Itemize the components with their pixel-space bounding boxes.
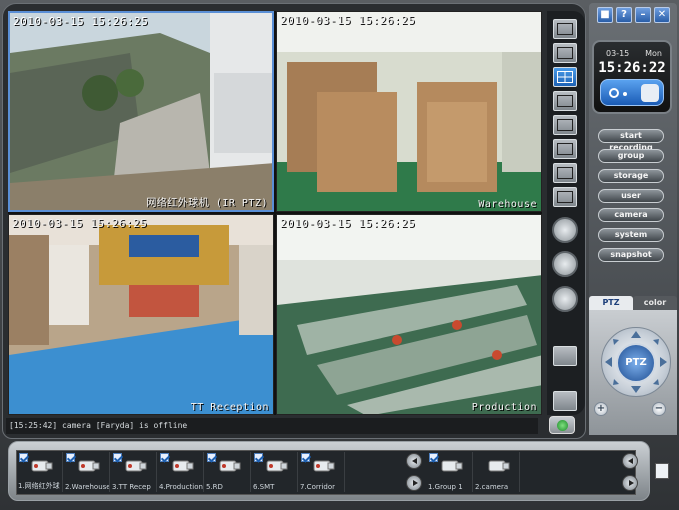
camera-list-item[interactable]: 4.Production	[158, 452, 204, 492]
group-button[interactable]: group	[598, 149, 664, 163]
minimize-icon[interactable]: –	[635, 7, 651, 23]
group-list-item[interactable]: 2.camera	[474, 452, 520, 492]
camera-timestamp: 2010-03-15 15:26:25	[12, 217, 148, 230]
group-list-next-button[interactable]	[622, 475, 638, 491]
group-list-label: 2.camera	[475, 483, 509, 491]
custom-layout-button[interactable]	[553, 187, 577, 207]
group-camera-icon	[441, 460, 463, 472]
speaker-icon[interactable]	[553, 346, 577, 366]
storage-button[interactable]: storage	[598, 169, 664, 183]
camera-icon	[31, 460, 53, 472]
status-bar: [15:25:42] camera [Faryda] is offline	[6, 418, 538, 434]
video-panel-frame: 2010-03-15 15:26:25 网络红外球机 (IR PTZ) 2010…	[2, 3, 586, 439]
sixteen-layout-button[interactable]	[553, 163, 577, 183]
close-icon[interactable]: ✕	[654, 7, 670, 23]
nvr-client-window: 2010-03-15 15:26:25 网络红外球机 (IR PTZ) 2010…	[0, 0, 679, 510]
camera-list-label: 2.Warehouse	[65, 483, 109, 491]
record-icon[interactable]	[552, 286, 578, 312]
checkbox-icon[interactable]	[113, 453, 122, 462]
camera-name: Warehouse	[478, 199, 537, 210]
layout-toolbar	[547, 11, 585, 415]
single-layout-button[interactable]	[553, 43, 577, 63]
camera-list-next-button[interactable]	[406, 475, 422, 491]
video-grid: 2010-03-15 15:26:25 网络红外球机 (IR PTZ) 2010…	[8, 11, 542, 415]
camera-1-feed	[10, 13, 272, 210]
eight-layout-button[interactable]	[553, 115, 577, 135]
camera-icon	[266, 460, 288, 472]
camera-view-1[interactable]: 2010-03-15 15:26:25 网络红外球机 (IR PTZ)	[8, 11, 274, 212]
camera-icon	[219, 460, 241, 472]
camera-icon	[313, 460, 335, 472]
camera-timestamp: 2010-03-15 15:26:25	[280, 217, 416, 230]
camera-list-label: 5.RD	[206, 483, 223, 491]
checkbox-icon[interactable]	[160, 453, 169, 462]
camera-name: TT Reception	[190, 402, 269, 413]
lock-icon[interactable]: ■	[597, 7, 613, 23]
checkbox-icon[interactable]	[301, 453, 310, 462]
camera-view-4[interactable]: 2010-03-15 15:26:25 Production	[276, 214, 542, 415]
camera-view-2[interactable]: 2010-03-15 15:26:25 Warehouse	[276, 11, 542, 212]
refresh-icon[interactable]	[549, 416, 575, 434]
status-message: [15:25:42] camera [Faryda] is offline	[9, 421, 188, 430]
zoom-in-icon[interactable]: +	[594, 402, 608, 416]
camera-list-item[interactable]: 1.网络红外球	[17, 452, 63, 492]
camera-list-label: 4.Production	[159, 483, 203, 491]
fullscreen-layout-button[interactable]	[553, 19, 577, 39]
clock-weekday: Mon	[645, 49, 662, 58]
camera-list-label: 6.SMT	[253, 483, 275, 491]
camera-name: 网络红外球机 (IR PTZ)	[146, 198, 268, 209]
clock-widget: 03-15 Mon 15:26:22	[592, 40, 672, 114]
group-list-label: 1.Group 1	[428, 483, 463, 491]
checkbox-icon[interactable]	[254, 453, 263, 462]
checkbox-icon[interactable]	[19, 453, 28, 462]
camera-timestamp: 2010-03-15 15:26:25	[13, 15, 149, 28]
camera-list-label: 1.网络红外球	[18, 482, 60, 490]
camera-name: Production	[471, 402, 537, 413]
help-icon[interactable]: ?	[616, 7, 632, 23]
ptz-center-button[interactable]: PTZ	[616, 343, 656, 383]
camera-list-item[interactable]: 5.RD	[205, 452, 251, 492]
camera-timestamp: 2010-03-15 15:26:25	[280, 14, 416, 27]
clock-display-icon	[600, 79, 664, 106]
user-button[interactable]: user	[598, 189, 664, 203]
checkbox-icon[interactable]	[207, 453, 216, 462]
camera-list-item[interactable]: 7.Corridor	[299, 452, 345, 492]
six-layout-button[interactable]	[553, 91, 577, 111]
camera-list-item[interactable]: 2.Warehouse	[64, 452, 110, 492]
system-button[interactable]: system	[598, 228, 664, 242]
tab-color[interactable]: color	[633, 296, 677, 310]
zoom-out-icon[interactable]: −	[652, 402, 666, 416]
clock-date: 03-15	[606, 49, 630, 58]
group-list-prev-button[interactable]	[622, 453, 638, 469]
camera-2-feed	[277, 12, 541, 211]
clock-time: 15:26:22	[598, 60, 666, 76]
checkbox-icon[interactable]	[429, 453, 438, 462]
group-list-item[interactable]: 1.Group 1	[427, 452, 473, 492]
group-camera-icon	[488, 460, 510, 472]
camera-icon	[78, 460, 100, 472]
camera-3-feed	[9, 215, 273, 414]
camera-4-feed	[277, 215, 541, 414]
camera-list-label: 7.Corridor	[300, 483, 336, 491]
camera-list-item[interactable]: 3.TT Recep	[111, 452, 157, 492]
edit-icon[interactable]	[553, 391, 577, 411]
checkbox-icon[interactable]	[66, 453, 75, 462]
camera-view-3[interactable]: 2010-03-15 15:26:25 TT Reception	[8, 214, 274, 415]
document-icon[interactable]	[655, 463, 669, 479]
camera-list-item[interactable]: 6.SMT	[252, 452, 298, 492]
sequence-icon[interactable]	[552, 217, 578, 243]
start-recording-button[interactable]: start recording	[598, 129, 664, 152]
tab-ptz[interactable]: PTZ	[589, 296, 633, 310]
camera-list-prev-button[interactable]	[406, 453, 422, 469]
camera-icon	[172, 460, 194, 472]
control-tabs: PTZ color	[589, 296, 677, 310]
camera-button[interactable]: camera	[598, 208, 664, 222]
grid-dots-icon[interactable]	[552, 251, 578, 277]
camera-icon	[125, 460, 147, 472]
quad-layout-button[interactable]	[553, 67, 577, 87]
snapshot-button[interactable]: snapshot	[598, 248, 664, 262]
camera-list-label: 3.TT Recep	[112, 483, 151, 491]
nine-layout-button[interactable]	[553, 139, 577, 159]
